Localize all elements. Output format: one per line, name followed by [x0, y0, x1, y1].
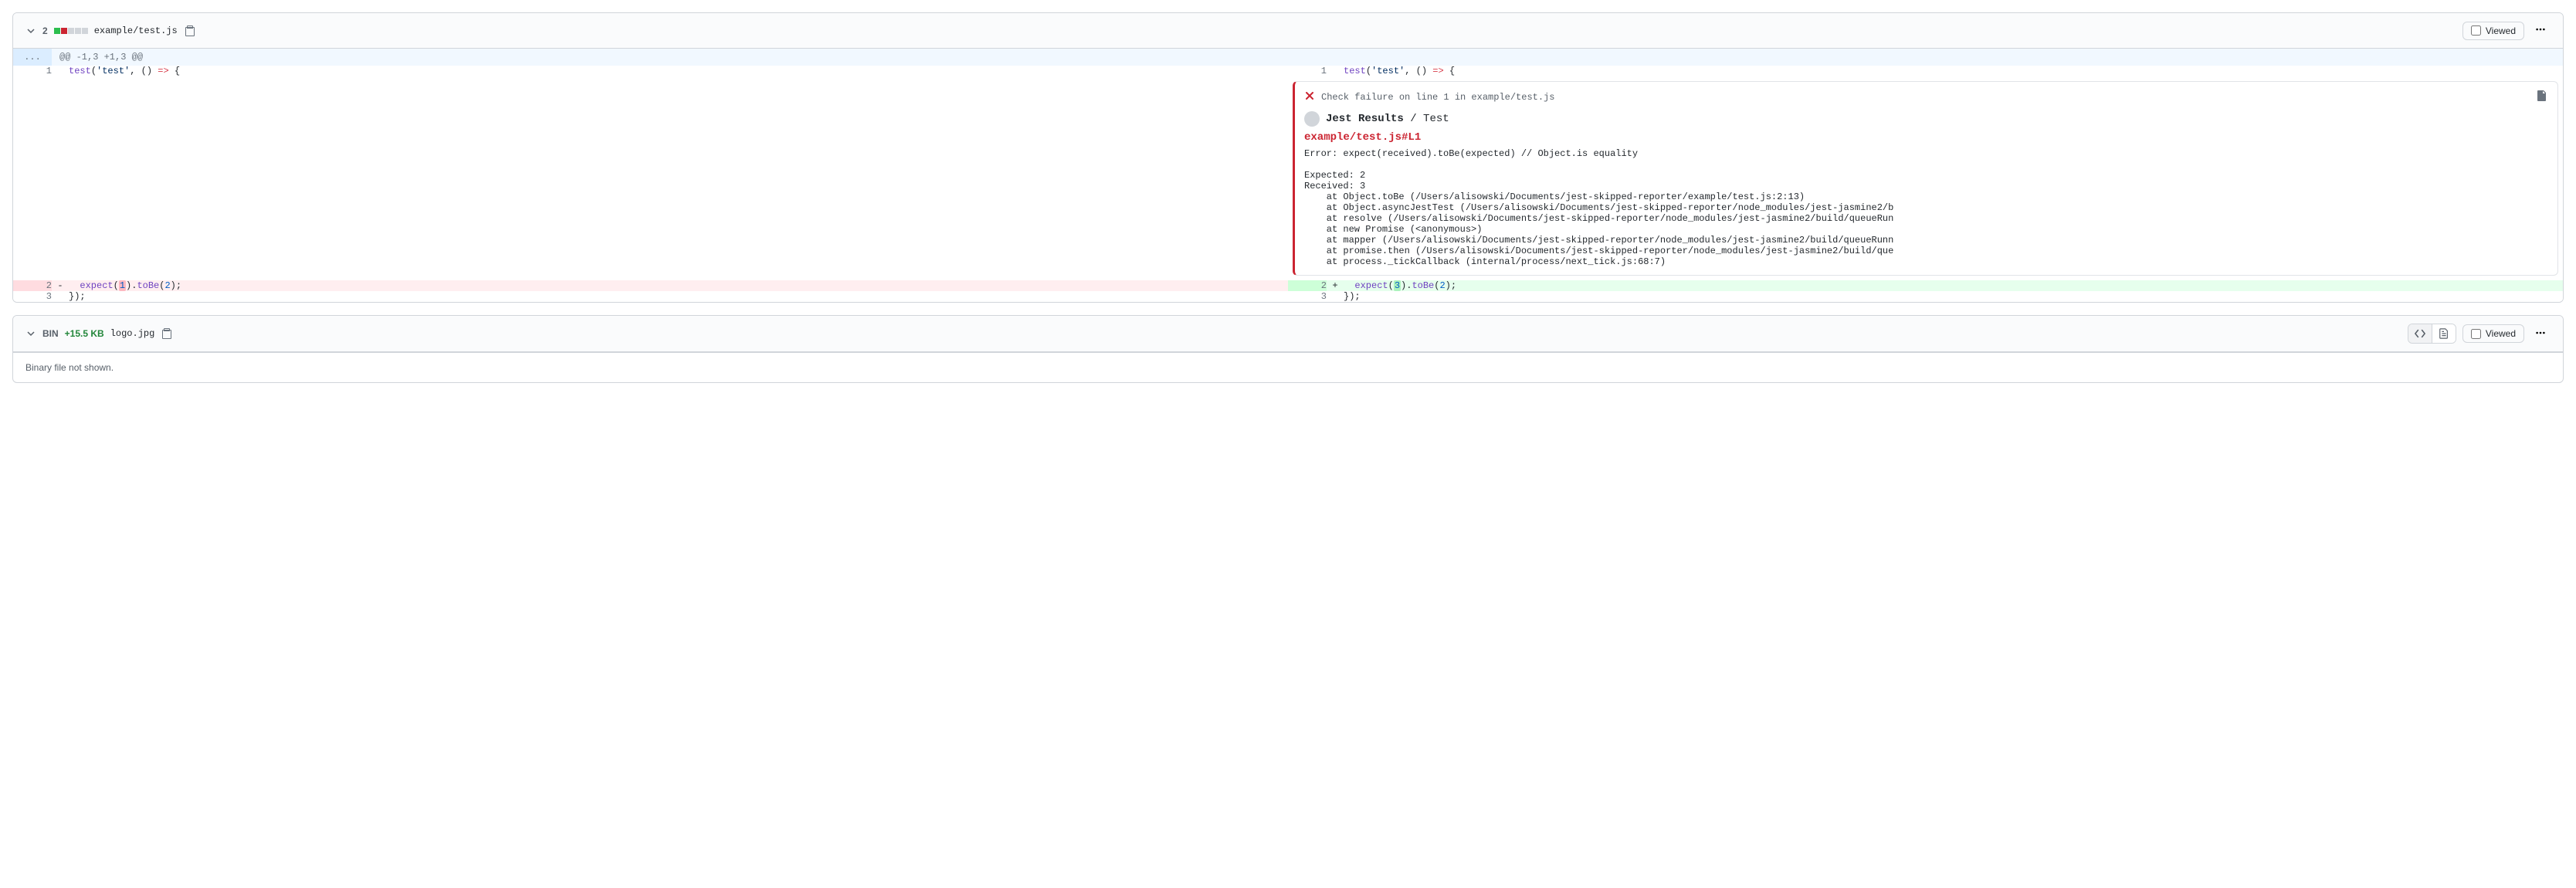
- check-annotation: Check failure on line 1 in example/test.…: [1293, 81, 2558, 276]
- viewed-checkbox[interactable]: [2471, 25, 2481, 36]
- file-menu-button[interactable]: [2530, 324, 2551, 344]
- diffstat-neutral: [75, 28, 81, 34]
- diff-marker: [52, 66, 69, 76]
- viewed-label: Viewed: [2486, 25, 2516, 36]
- annotation-source: Jest Results / Test: [1304, 111, 2548, 127]
- collapse-toggle[interactable]: [25, 328, 36, 339]
- diff-table: 1 test('test', () => { 1 test('test', ()…: [13, 66, 2563, 302]
- file-icon: [2536, 90, 2548, 102]
- diff-marker: +: [1327, 280, 1344, 291]
- chevron-down-icon: [27, 27, 35, 35]
- annotation-details-button[interactable]: [2536, 90, 2548, 105]
- rendered-view-button[interactable]: [2432, 324, 2456, 343]
- diffstat-del: [61, 28, 67, 34]
- viewed-toggle[interactable]: Viewed: [2462, 324, 2524, 343]
- file-menu-button[interactable]: [2530, 21, 2551, 40]
- clipboard-icon: [184, 25, 196, 37]
- old-line-number[interactable]: 2: [13, 280, 52, 291]
- diff-file: 2 example/test.js Viewed ... @@ -1,3 +1,…: [12, 12, 2564, 303]
- old-code: });: [69, 291, 1288, 302]
- bin-label: BIN: [42, 328, 59, 339]
- clipboard-icon: [161, 327, 173, 340]
- old-code: expect(1).toBe(2);: [69, 280, 1288, 291]
- diffstat: [54, 28, 88, 34]
- diff-marker: -: [52, 280, 69, 291]
- file-icon: [2439, 328, 2449, 339]
- separator: /: [1404, 113, 1423, 125]
- chevron-down-icon: [27, 330, 35, 337]
- new-line-number[interactable]: 3: [1288, 291, 1327, 302]
- app-avatar: [1304, 111, 1320, 127]
- change-count: 2: [42, 25, 48, 36]
- viewed-toggle[interactable]: Viewed: [2462, 22, 2524, 40]
- diff-row: 3 }); 3 });: [13, 291, 2563, 302]
- binary-not-shown: Binary file not shown.: [13, 352, 2563, 382]
- annotation-row: Check failure on line 1 in example/test.…: [13, 76, 2563, 280]
- code-icon: [2415, 328, 2425, 339]
- display-mode-toggle: [2408, 324, 2456, 344]
- annotation-location-link[interactable]: example/test.js#L1: [1304, 131, 2548, 144]
- file-header: 2 example/test.js Viewed: [13, 13, 2563, 49]
- hunk-header-row: ... @@ -1,3 +1,3 @@: [13, 49, 2563, 66]
- new-code: test('test', () => {: [1344, 66, 2563, 76]
- file-header: BIN +15.5 KB logo.jpg Viewed: [13, 316, 2563, 352]
- file-path[interactable]: logo.jpg: [110, 328, 155, 339]
- hunk-header-text: @@ -1,3 +1,3 @@: [52, 49, 151, 66]
- file-size-delta: +15.5 KB: [65, 328, 104, 339]
- source-view-button[interactable]: [2408, 324, 2432, 343]
- diffstat-neutral: [68, 28, 74, 34]
- new-code: });: [1344, 291, 2563, 302]
- new-line-number[interactable]: 1: [1288, 66, 1327, 76]
- annotation-body: Error: expect(received).toBe(expected) /…: [1304, 148, 2548, 267]
- old-line-number[interactable]: 3: [13, 291, 52, 302]
- new-code: expect(3).toBe(2);: [1344, 280, 2563, 291]
- app-name[interactable]: Jest Results: [1326, 113, 1404, 125]
- diff-row: 1 test('test', () => { 1 test('test', ()…: [13, 66, 2563, 76]
- diff-marker: [1327, 66, 1344, 76]
- old-line-number[interactable]: 1: [13, 66, 52, 76]
- new-line-number[interactable]: 2: [1288, 280, 1327, 291]
- diffstat-neutral: [82, 28, 88, 34]
- copy-path-button[interactable]: [161, 327, 173, 340]
- file-path[interactable]: example/test.js: [94, 25, 178, 36]
- old-code: test('test', () => {: [69, 66, 1288, 76]
- expand-hunk-button[interactable]: ...: [13, 49, 52, 66]
- diff-file: BIN +15.5 KB logo.jpg Viewed Binary file…: [12, 315, 2564, 383]
- annotation-title: Check failure on line 1 in example/test.…: [1321, 92, 1554, 103]
- viewed-label: Viewed: [2486, 328, 2516, 339]
- collapse-toggle[interactable]: [25, 25, 36, 36]
- check-name[interactable]: Test: [1423, 113, 1449, 125]
- failure-icon: [1304, 90, 1315, 104]
- kebab-icon: [2535, 24, 2546, 35]
- copy-path-button[interactable]: [184, 25, 196, 37]
- viewed-checkbox[interactable]: [2471, 329, 2481, 339]
- diffstat-add: [54, 28, 60, 34]
- kebab-icon: [2535, 327, 2546, 338]
- diff-row: 2 - expect(1).toBe(2); 2 + expect(3).toB…: [13, 280, 2563, 291]
